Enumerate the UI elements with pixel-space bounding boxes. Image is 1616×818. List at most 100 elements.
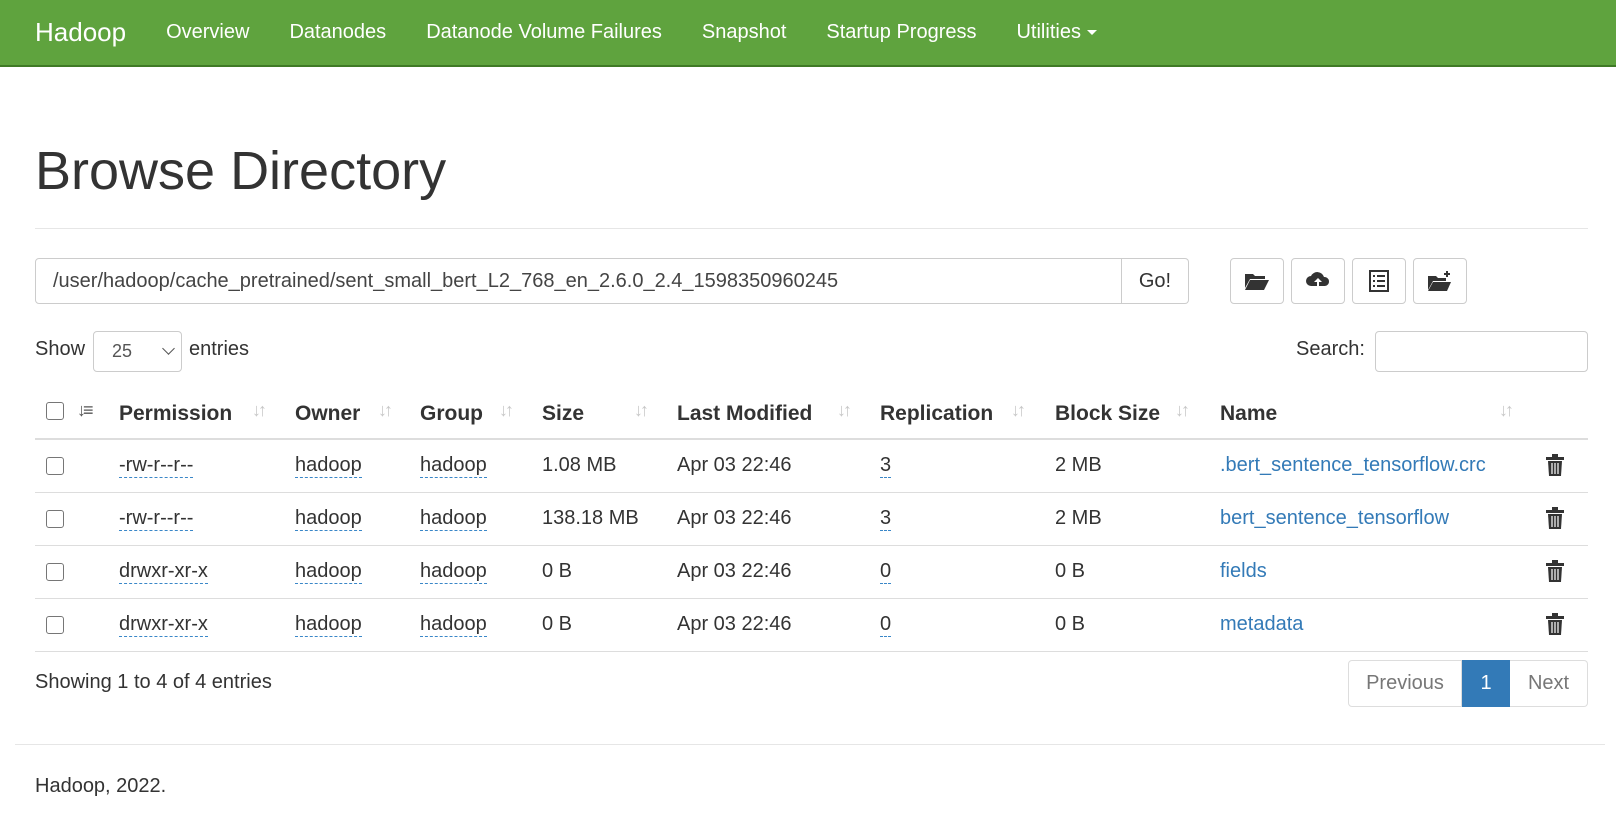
- show-label: Show: [35, 338, 86, 360]
- directory-path-input[interactable]: [35, 258, 1122, 304]
- modified-cell: Apr 03 22:46: [677, 507, 792, 529]
- trash-icon[interactable]: [1545, 506, 1565, 530]
- table-row: drwxr-xr-x hadoop hadoop 0 B Apr 03 22:4…: [35, 599, 1588, 652]
- nav-datanode-volume-failures[interactable]: Datanode Volume Failures: [406, 21, 682, 44]
- owner-cell[interactable]: hadoop: [295, 613, 362, 637]
- brand-link[interactable]: Hadoop: [35, 17, 126, 48]
- block-size-cell: 0 B: [1055, 613, 1086, 635]
- sort-icon[interactable]: ↓↑: [634, 400, 649, 421]
- sort-icon[interactable]: ↓↑: [1499, 400, 1514, 421]
- row-checkbox[interactable]: [46, 616, 64, 634]
- path-input-group: Go!: [35, 258, 1189, 304]
- nav-overview[interactable]: Overview: [146, 21, 269, 44]
- folder-open-icon: [1245, 274, 1269, 290]
- search-input[interactable]: [1375, 331, 1588, 372]
- open-folder-button[interactable]: [1230, 258, 1284, 304]
- replication-cell[interactable]: 3: [880, 454, 892, 478]
- table-row: drwxr-xr-x hadoop hadoop 0 B Apr 03 22:4…: [35, 546, 1588, 599]
- chevron-down-icon: [162, 342, 175, 355]
- previous-page-button[interactable]: Previous: [1348, 660, 1462, 707]
- column-header-last-modified[interactable]: Last Modified: [677, 402, 812, 426]
- go-button[interactable]: Go!: [1122, 258, 1189, 304]
- owner-cell[interactable]: hadoop: [295, 560, 362, 584]
- row-checkbox[interactable]: [46, 457, 64, 475]
- permission-cell[interactable]: -rw-r--r--: [119, 454, 194, 478]
- row-checkbox[interactable]: [46, 563, 64, 581]
- modified-cell: Apr 03 22:46: [677, 560, 792, 582]
- column-header-name[interactable]: Name: [1220, 402, 1277, 426]
- trash-icon[interactable]: [1545, 453, 1565, 477]
- footer-divider: [15, 744, 1605, 745]
- entries-label: entries: [189, 338, 250, 360]
- view-list-button[interactable]: [1352, 258, 1406, 304]
- cloud-upload-icon: [1306, 272, 1330, 289]
- column-header-owner[interactable]: Owner: [295, 402, 360, 426]
- modified-cell: Apr 03 22:46: [677, 613, 792, 635]
- select-all-checkbox[interactable]: [46, 402, 64, 420]
- table-info: Showing 1 to 4 of 4 entries: [35, 671, 272, 693]
- group-cell[interactable]: hadoop: [420, 454, 487, 478]
- title-divider: [35, 228, 1588, 229]
- caret-down-icon: [1086, 30, 1097, 36]
- sort-icon[interactable]: ↓↑: [1011, 400, 1026, 421]
- nav-utilities-dropdown[interactable]: Utilities: [996, 21, 1116, 44]
- trash-icon[interactable]: [1545, 559, 1565, 583]
- page-size-value: 25: [112, 341, 133, 361]
- sort-icon[interactable]: ↓↑: [378, 400, 393, 421]
- next-page-button[interactable]: Next: [1510, 660, 1588, 707]
- sort-icon[interactable]: ↓↑: [499, 400, 514, 421]
- size-cell: 138.18 MB: [542, 507, 639, 529]
- sort-icon[interactable]: ↓↑: [1175, 400, 1190, 421]
- group-cell[interactable]: hadoop: [420, 560, 487, 584]
- row-checkbox[interactable]: [46, 510, 64, 528]
- nav-snapshot[interactable]: Snapshot: [682, 21, 807, 44]
- search-label: Search:: [1296, 338, 1365, 360]
- file-name-link[interactable]: .bert_sentence_tensorflow.crc: [1220, 454, 1486, 477]
- sort-icon[interactable]: ↓↑: [252, 400, 267, 421]
- table-row: -rw-r--r-- hadoop hadoop 1.08 MB Apr 03 …: [35, 440, 1588, 493]
- group-cell[interactable]: hadoop: [420, 613, 487, 637]
- list-alt-icon: [1369, 270, 1389, 292]
- replication-cell[interactable]: 3: [880, 507, 892, 531]
- block-size-cell: 0 B: [1055, 560, 1086, 582]
- table-header: ↓≡ Permission ↓↑ Owner ↓↑ Group ↓↑ Size …: [35, 390, 1588, 440]
- nav-startup-progress[interactable]: Startup Progress: [806, 21, 996, 44]
- column-header-size[interactable]: Size: [542, 402, 584, 426]
- column-header-replication[interactable]: Replication: [880, 402, 993, 426]
- permission-cell[interactable]: -rw-r--r--: [119, 507, 194, 531]
- column-header-block-size[interactable]: Block Size: [1055, 402, 1160, 426]
- size-cell: 0 B: [542, 560, 573, 582]
- replication-cell[interactable]: 0: [880, 613, 892, 637]
- folder-plus-icon: [1428, 271, 1451, 291]
- file-table: ↓≡ Permission ↓↑ Owner ↓↑ Group ↓↑ Size …: [35, 390, 1588, 652]
- file-name-link[interactable]: bert_sentence_tensorflow: [1220, 507, 1449, 530]
- create-folder-button[interactable]: [1413, 258, 1467, 304]
- modified-cell: Apr 03 22:46: [677, 454, 792, 476]
- owner-cell[interactable]: hadoop: [295, 454, 362, 478]
- sort-asc-icon[interactable]: ↓≡: [77, 400, 93, 421]
- footer-text: Hadoop, 2022.: [35, 775, 167, 797]
- permission-cell[interactable]: drwxr-xr-x: [119, 613, 208, 637]
- table-row: -rw-r--r-- hadoop hadoop 138.18 MB Apr 0…: [35, 493, 1588, 546]
- column-header-group[interactable]: Group: [420, 402, 483, 426]
- size-cell: 1.08 MB: [542, 454, 617, 476]
- group-cell[interactable]: hadoop: [420, 507, 487, 531]
- block-size-cell: 2 MB: [1055, 507, 1102, 529]
- trash-icon[interactable]: [1545, 612, 1565, 636]
- nav-datanodes[interactable]: Datanodes: [269, 21, 406, 44]
- upload-button[interactable]: [1291, 258, 1345, 304]
- block-size-cell: 2 MB: [1055, 454, 1102, 476]
- directory-name-link[interactable]: metadata: [1220, 613, 1303, 636]
- sort-icon[interactable]: ↓↑: [837, 400, 852, 421]
- page-title: Browse Directory: [35, 141, 447, 201]
- permission-cell[interactable]: drwxr-xr-x: [119, 560, 208, 584]
- current-page-button[interactable]: 1: [1462, 660, 1510, 707]
- top-navbar: Hadoop Overview Datanodes Datanode Volum…: [0, 0, 1616, 67]
- nav-utilities-label: Utilities: [1016, 21, 1081, 43]
- size-cell: 0 B: [542, 613, 573, 635]
- directory-name-link[interactable]: fields: [1220, 560, 1267, 583]
- replication-cell[interactable]: 0: [880, 560, 892, 584]
- owner-cell[interactable]: hadoop: [295, 507, 362, 531]
- page-size-select[interactable]: 25: [93, 331, 182, 372]
- column-header-permission[interactable]: Permission: [119, 402, 232, 426]
